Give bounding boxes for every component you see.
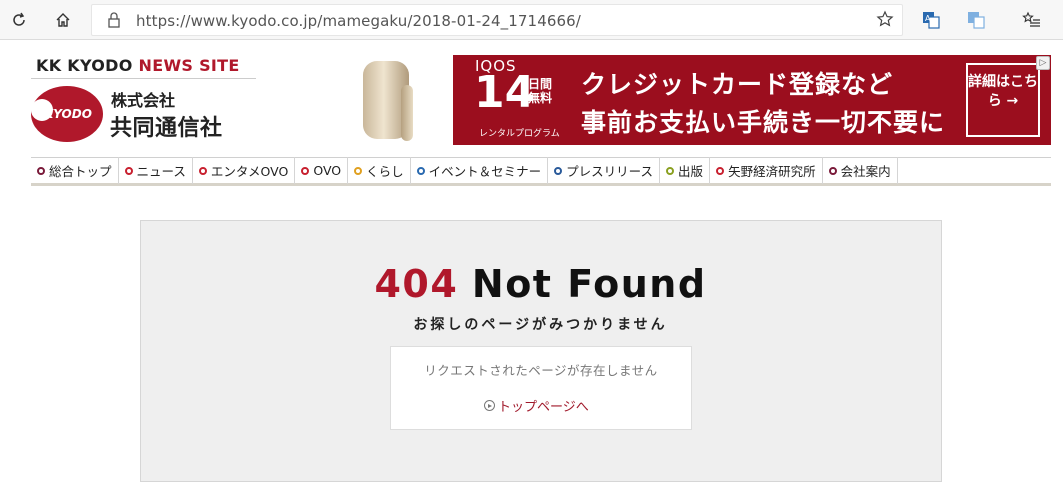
brand-suffix: NEWS SITE <box>138 56 240 75</box>
ad-days: 14 <box>474 67 536 118</box>
main-nav: 総合トップ ニュース エンタメOVO OVO くらし イベント＆セミナー プレスリリース 出版… <box>31 157 1051 186</box>
nav-item[interactable]: 出版 <box>660 157 711 184</box>
arrow-circle-icon <box>484 400 495 411</box>
nav-item[interactable]: 矢野経済研究所 <box>710 157 823 184</box>
company-name[interactable]: 共同通信社 <box>110 110 223 142</box>
nav-item-label[interactable]: プレスリリース <box>566 161 653 180</box>
error-subtitle: お探しのページがみつかりません <box>413 317 668 333</box>
nav-bullet-icon <box>354 166 363 175</box>
nav-item[interactable]: イベント＆セミナー <box>411 157 549 184</box>
nav-item-label[interactable]: イベント＆セミナー <box>429 161 542 180</box>
translate-icon[interactable]: A <box>917 6 945 34</box>
nav-item-label[interactable]: 矢野経済研究所 <box>728 161 816 180</box>
star-icon[interactable] <box>876 10 894 32</box>
ad-headline-2: 事前お支払い手続き一切不要に <box>581 108 946 137</box>
ad-details-button[interactable]: 詳細はこちら → <box>966 63 1040 137</box>
error-heading: 404 Not Found <box>0 262 1063 306</box>
address-bar[interactable]: https://www.kyodo.co.jp/mamegaku/2018-01… <box>91 4 903 36</box>
error-title: Not Found <box>471 262 707 306</box>
image-translate-icon[interactable] <box>962 6 990 34</box>
error-message: リクエストされたページが存在しません <box>424 363 658 378</box>
brand-prefix: KK KYODO <box>36 56 139 75</box>
svg-text:A: A <box>925 14 931 23</box>
ad-days-suffix: 日間無料 <box>528 77 553 105</box>
error-message-box: リクエストされたページが存在しません トップページへ <box>390 346 692 430</box>
error-code: 404 <box>374 262 459 306</box>
nav-bullet-icon <box>124 166 133 175</box>
nav-bullet-icon <box>716 166 725 175</box>
ad-product-image <box>323 55 453 145</box>
nav-bullet-icon <box>198 166 207 175</box>
ad-choices-icon[interactable]: ▷ <box>1036 56 1050 70</box>
nav-item-label[interactable]: エンタメOVO <box>211 161 288 180</box>
top-page-link-label[interactable]: トップページへ <box>498 396 589 415</box>
nav-item[interactable]: くらし <box>348 157 411 184</box>
favorites-list-icon[interactable] <box>1018 6 1046 34</box>
nav-item-label[interactable]: ニュース <box>137 161 186 180</box>
nav-item[interactable]: OVO <box>295 157 349 184</box>
nav-item[interactable]: 会社案内 <box>823 157 898 184</box>
nav-bullet-icon <box>666 166 675 175</box>
logo-text: KYODO <box>44 107 92 121</box>
company-type: 株式会社 <box>111 91 176 110</box>
brand-divider <box>31 78 256 79</box>
ad-rental: レンタルプログラム <box>479 129 560 139</box>
nav-item[interactable]: ニュース <box>119 157 193 184</box>
site-brand[interactable]: KK KYODO NEWS SITE <box>36 56 240 75</box>
nav-item[interactable]: エンタメOVO <box>193 157 296 184</box>
nav-item-label[interactable]: OVO <box>313 163 341 178</box>
nav-item[interactable]: プレスリリース <box>548 157 661 184</box>
refresh-icon[interactable] <box>5 6 33 34</box>
url-text[interactable]: https://www.kyodo.co.jp/mamegaku/2018-01… <box>136 12 581 30</box>
top-page-link[interactable]: トップページへ <box>484 396 589 415</box>
nav-item-label[interactable]: 出版 <box>678 161 703 180</box>
nav-bullet-icon <box>416 166 425 175</box>
nav-item[interactable]: 総合トップ <box>31 157 119 184</box>
ad-banner[interactable]: IQOS 14 日間無料 レンタルプログラム クレジットカード登録など 事前お支… <box>323 55 1051 145</box>
lock-icon[interactable] <box>107 11 121 33</box>
home-icon[interactable] <box>49 6 77 34</box>
ad-headline-1: クレジットカード登録など <box>581 70 894 99</box>
nav-item-label[interactable]: 総合トップ <box>49 161 112 180</box>
nav-bullet-icon <box>554 166 563 175</box>
nav-item-label[interactable]: くらし <box>366 161 404 180</box>
nav-bullet-icon <box>37 166 45 175</box>
nav-bullet-icon <box>301 166 310 175</box>
nav-item-label[interactable]: 会社案内 <box>841 161 891 180</box>
nav-bullet-icon <box>828 166 837 175</box>
browser-toolbar: https://www.kyodo.co.jp/mamegaku/2018-01… <box>0 0 1063 40</box>
ad-holder-shape <box>401 85 413 141</box>
